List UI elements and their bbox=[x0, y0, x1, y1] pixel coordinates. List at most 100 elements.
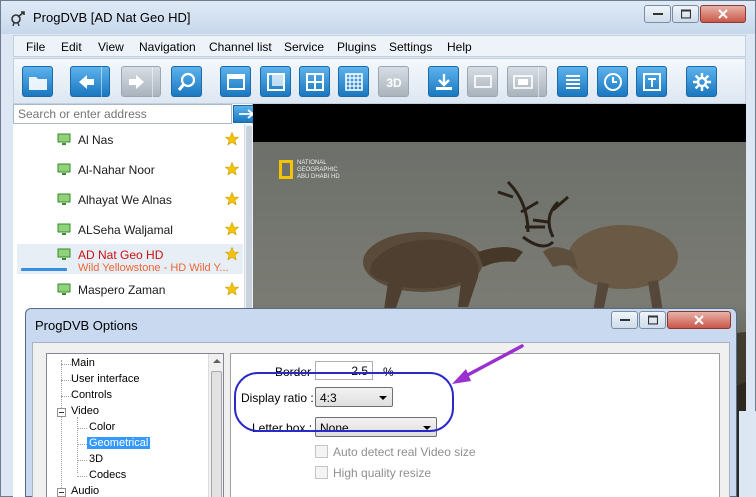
open-folder-button[interactable] bbox=[22, 66, 53, 97]
dialog-minimize-button[interactable] bbox=[611, 311, 638, 329]
favorite-star-icon[interactable] bbox=[225, 132, 239, 146]
scrollbar-thumb[interactable] bbox=[211, 371, 222, 497]
favorite-star-icon[interactable] bbox=[225, 192, 239, 206]
search-button[interactable] bbox=[171, 66, 202, 97]
window-title: ProgDVB [AD Nat Geo HD] bbox=[33, 10, 191, 25]
tree-scrollbar[interactable] bbox=[208, 354, 223, 497]
options-button[interactable] bbox=[686, 66, 717, 97]
scheduler-button[interactable] bbox=[597, 66, 628, 97]
grid-icon bbox=[306, 73, 324, 91]
record-button[interactable] bbox=[428, 66, 459, 97]
tree-item-geometrical[interactable]: Geometrical bbox=[87, 437, 151, 449]
magnifier-icon bbox=[177, 72, 196, 91]
tv-icon bbox=[57, 133, 71, 145]
tv-icon bbox=[57, 193, 71, 205]
favorite-star-icon[interactable] bbox=[225, 162, 239, 176]
forward-dropdown[interactable] bbox=[152, 67, 161, 98]
mosaic-button[interactable] bbox=[299, 66, 330, 97]
tv-icon bbox=[57, 283, 71, 295]
teletext-button[interactable] bbox=[467, 66, 498, 97]
menu-plugins[interactable]: Plugins bbox=[337, 40, 376, 54]
tree-connector bbox=[77, 444, 87, 445]
auto-detect-label: Auto detect real Video size bbox=[333, 445, 476, 459]
close-icon bbox=[718, 9, 728, 19]
tree-item-main[interactable]: Main bbox=[71, 357, 95, 369]
channel-item[interactable]: Al-Nahar Noor bbox=[17, 154, 243, 184]
info-panel-button[interactable] bbox=[636, 66, 667, 97]
toolbar: 3D bbox=[13, 58, 746, 104]
current-program: Wild Yellowstone - HD Wild Y... bbox=[78, 262, 229, 274]
forward-button[interactable] bbox=[121, 66, 161, 98]
menu-service[interactable]: Service bbox=[284, 40, 324, 54]
menu-view[interactable]: View bbox=[98, 40, 124, 54]
filmstrip-icon bbox=[513, 75, 533, 89]
dialog-maximize-button[interactable] bbox=[639, 311, 666, 329]
minimize-button[interactable] bbox=[644, 5, 671, 23]
high-quality-label: High quality resize bbox=[333, 466, 432, 480]
arrow-right-icon bbox=[129, 75, 144, 89]
download-icon bbox=[436, 74, 452, 90]
dense-grid-icon bbox=[345, 73, 363, 91]
channel-item[interactable]: Alhayat We Alnas bbox=[17, 184, 243, 214]
channel-list-button[interactable] bbox=[557, 66, 588, 97]
favorite-star-icon[interactable] bbox=[225, 222, 239, 236]
scrollbar-thumb[interactable] bbox=[246, 126, 252, 316]
tree-item-controls[interactable]: Controls bbox=[71, 389, 112, 401]
epg-grid-button[interactable] bbox=[338, 66, 369, 97]
title-bar: ProgDVB [AD Nat Geo HD] bbox=[1, 1, 755, 34]
menu-edit[interactable]: Edit bbox=[61, 40, 82, 54]
channel-name: ALSeha Waljamal bbox=[78, 223, 173, 237]
restore-icon bbox=[680, 9, 691, 19]
channel-item-selected[interactable]: AD Nat Geo HD Wild Yellowstone - HD Wild… bbox=[17, 244, 243, 274]
side-panel-edge bbox=[739, 411, 756, 497]
tree-connector bbox=[77, 428, 87, 429]
menu-help[interactable]: Help bbox=[447, 40, 472, 54]
auto-detect-checkbox[interactable] bbox=[315, 445, 328, 458]
search-box bbox=[13, 104, 232, 124]
menu-navigation[interactable]: Navigation bbox=[139, 40, 196, 54]
maximize-button[interactable] bbox=[672, 5, 699, 23]
tree-item-user-interface[interactable]: User interface bbox=[71, 373, 139, 385]
scroll-up-icon[interactable] bbox=[213, 359, 221, 363]
tree-connector bbox=[61, 380, 71, 381]
tree-item-3d[interactable]: 3D bbox=[89, 453, 103, 465]
favorite-star-icon[interactable] bbox=[225, 282, 239, 296]
collapse-icon[interactable] bbox=[57, 408, 66, 417]
dialog-close-button[interactable] bbox=[667, 311, 731, 329]
search-input[interactable] bbox=[14, 105, 231, 123]
minimize-icon bbox=[619, 319, 630, 321]
program-progress-bar bbox=[21, 268, 67, 271]
tree-item-codecs[interactable]: Codecs bbox=[89, 469, 126, 481]
tree-item-color[interactable]: Color bbox=[89, 421, 115, 433]
menu-file[interactable]: File bbox=[26, 40, 45, 54]
highlight-ellipse bbox=[234, 372, 454, 432]
channel-logo: NATIONAL GEOGRAPHIC ABU DHABI HD bbox=[279, 160, 361, 186]
channel-item[interactable]: Maspero Zaman bbox=[17, 274, 243, 304]
back-dropdown[interactable] bbox=[101, 67, 110, 98]
close-button[interactable] bbox=[700, 5, 746, 23]
menu-channel-list[interactable]: Channel list bbox=[209, 40, 272, 54]
menu-bar: File Edit View Navigation Channel list S… bbox=[13, 35, 746, 57]
favorite-star-icon[interactable] bbox=[225, 247, 239, 261]
tree-item-audio[interactable]: Audio bbox=[71, 485, 99, 497]
channel-logo-text: NATIONAL GEOGRAPHIC ABU DHABI HD bbox=[297, 160, 340, 180]
channel-item[interactable]: Al Nas bbox=[17, 124, 243, 154]
high-quality-checkbox[interactable] bbox=[315, 466, 328, 479]
back-button[interactable] bbox=[70, 66, 110, 98]
window-icon bbox=[227, 74, 245, 90]
screenshot-button[interactable] bbox=[507, 66, 547, 98]
fullscreen-button[interactable] bbox=[260, 66, 291, 97]
panel-icon bbox=[643, 73, 661, 91]
arrow-left-icon bbox=[79, 75, 94, 89]
options-tree: Main User interface Controls Video Color… bbox=[46, 353, 224, 497]
tree-connector bbox=[77, 460, 87, 461]
window-mode-button[interactable] bbox=[220, 66, 251, 97]
tree-item-video[interactable]: Video bbox=[71, 405, 99, 417]
clock-icon bbox=[604, 73, 622, 91]
menu-settings[interactable]: Settings bbox=[389, 40, 432, 54]
channel-name: Maspero Zaman bbox=[78, 283, 166, 297]
3d-button[interactable]: 3D bbox=[378, 66, 409, 97]
collapse-icon[interactable] bbox=[57, 488, 66, 497]
channel-item[interactable]: ALSeha Waljamal bbox=[17, 214, 243, 244]
screenshot-dropdown[interactable] bbox=[538, 67, 547, 98]
